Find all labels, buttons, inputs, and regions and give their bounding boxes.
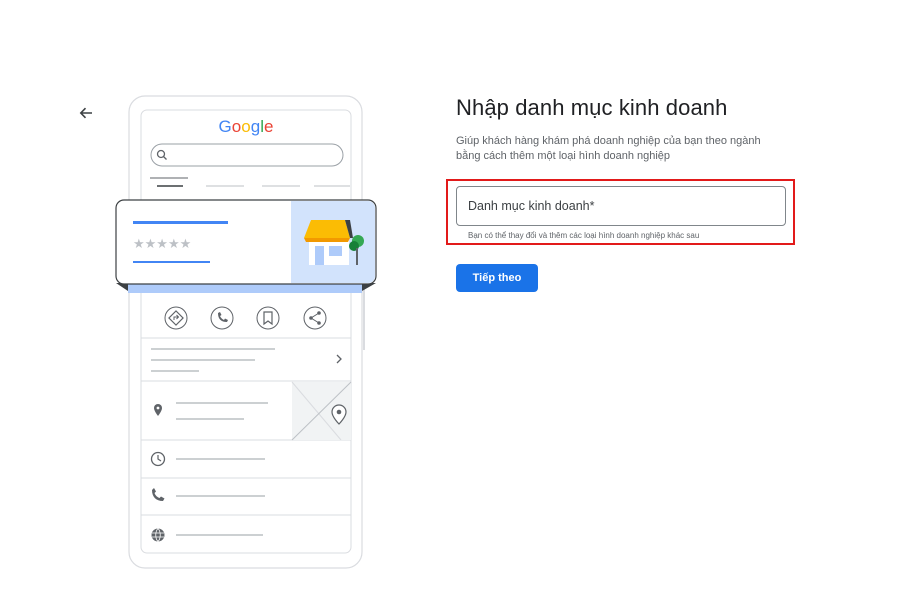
share-icon xyxy=(303,306,327,330)
business-profile-illustration: Google ★★★★★ xyxy=(0,0,420,600)
directions-icon xyxy=(164,306,188,330)
google-logo: Google xyxy=(219,117,274,136)
globe-icon xyxy=(151,528,165,542)
page-title: Nhập danh mục kinh doanh xyxy=(456,95,728,120)
phone-icon xyxy=(210,306,234,330)
rating-stars: ★★★★★ xyxy=(133,237,191,252)
next-button[interactable]: Tiếp theo xyxy=(456,264,538,292)
page-subtitle: Giúp khách hàng khám phá doanh nghiệp củ… xyxy=(456,135,761,162)
business-category-label: Danh mục kinh doanh* xyxy=(468,199,595,213)
mock-search-bar xyxy=(150,143,344,167)
business-card: ★★★★★ xyxy=(115,199,377,285)
phone-mockup: Google ★★★★★ xyxy=(115,95,377,569)
business-category-helper-text: Bạn có thể thay đổi và thêm các loại hìn… xyxy=(468,231,700,240)
bookmark-icon xyxy=(256,306,280,330)
business-category-input[interactable]: Danh mục kinh doanh* xyxy=(456,186,786,226)
main-content: Nhập danh mục kinh doanh Giúp khách hàng… xyxy=(456,94,816,164)
map-thumbnail xyxy=(291,381,352,441)
